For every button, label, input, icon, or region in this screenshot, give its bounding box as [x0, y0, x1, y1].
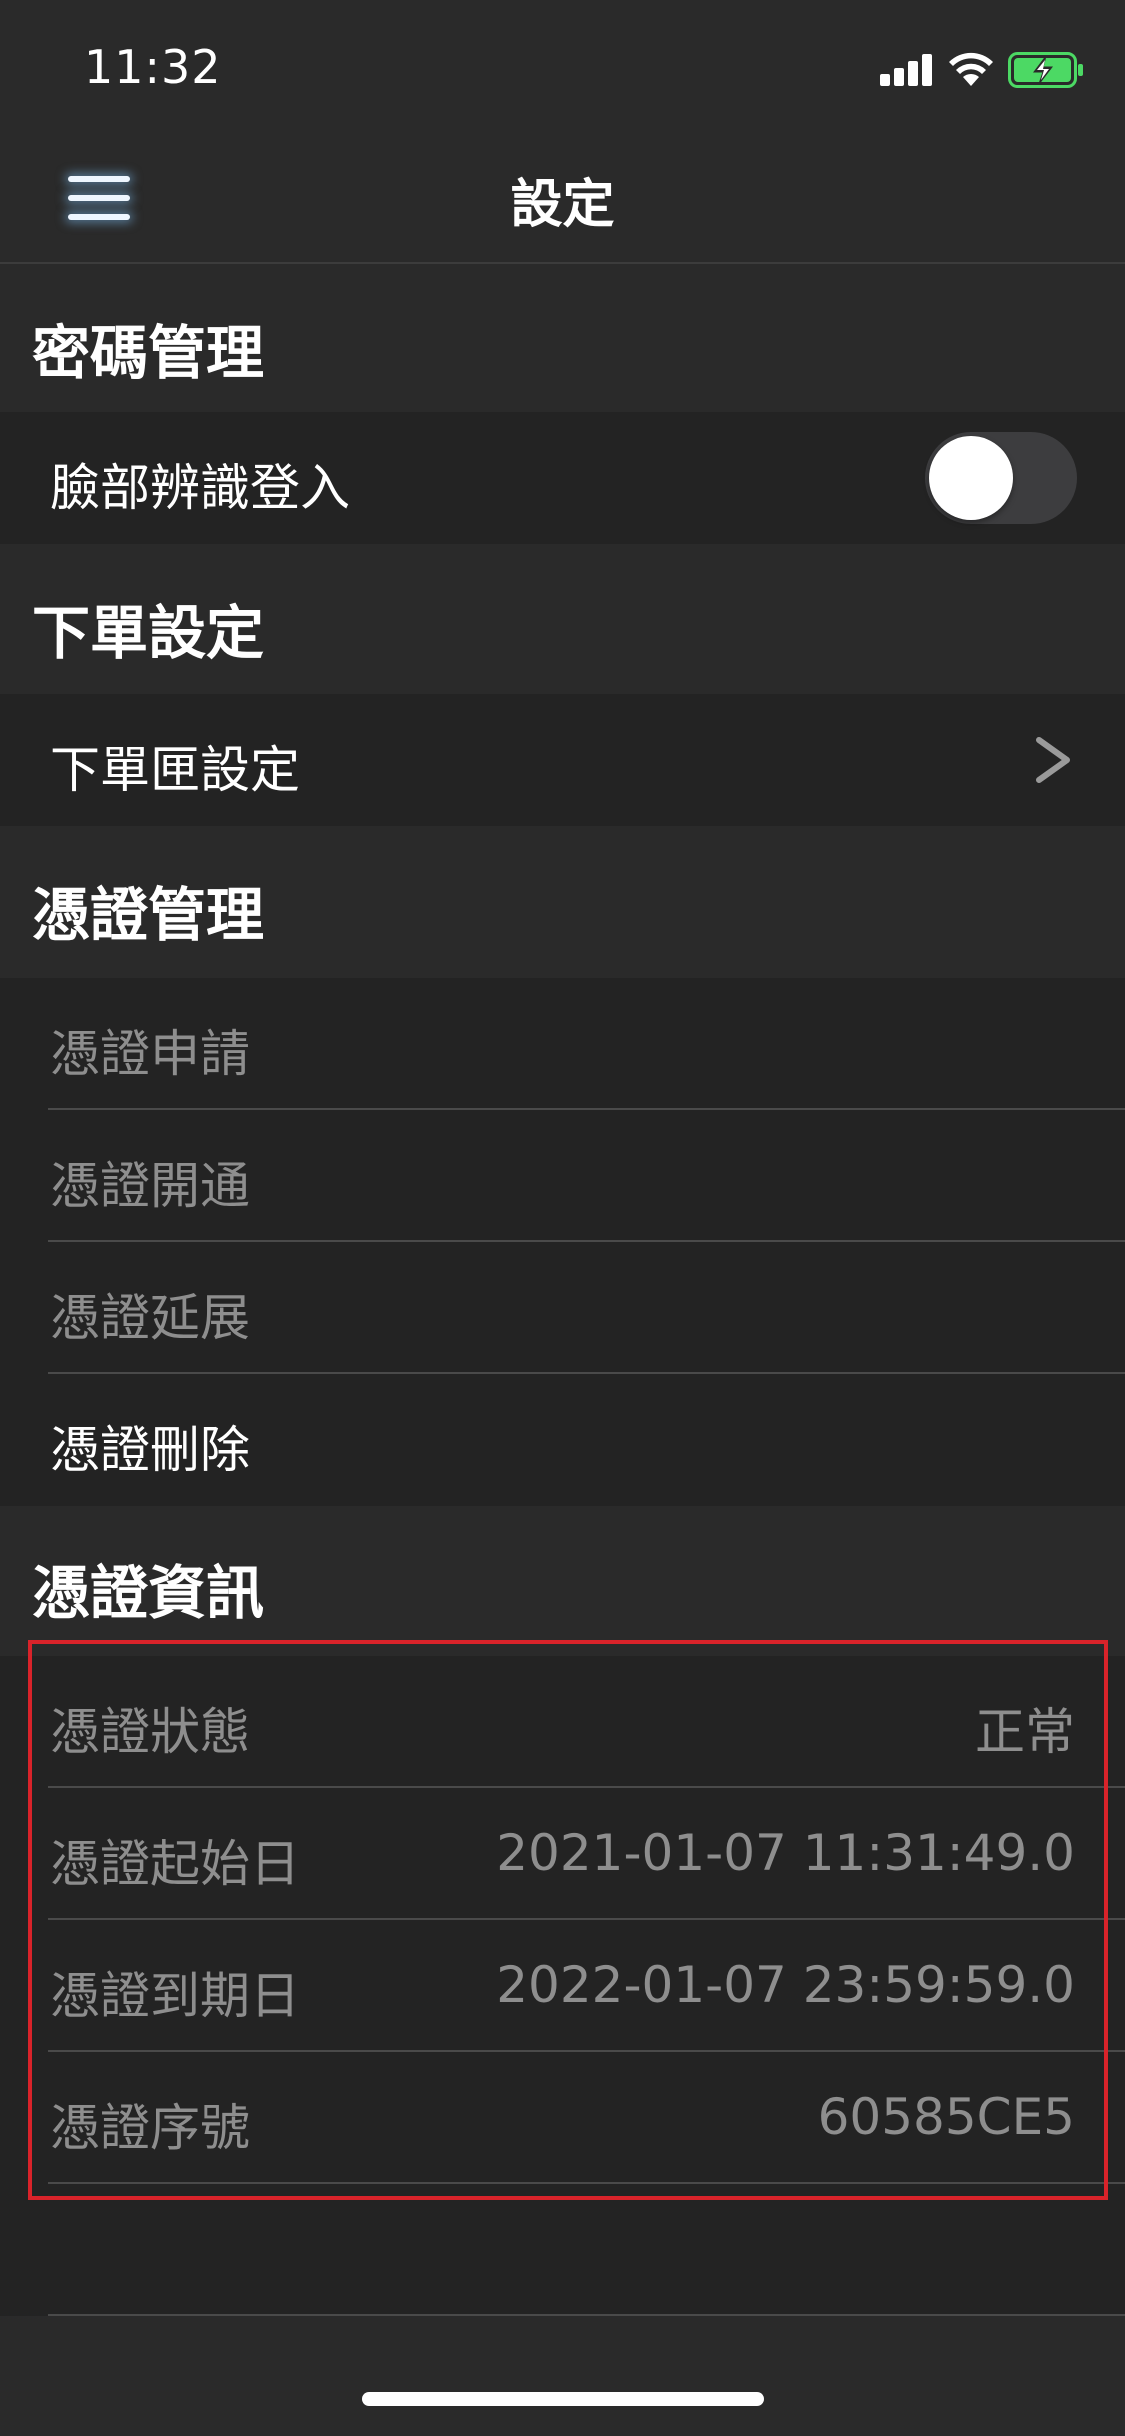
wifi-icon: [949, 52, 993, 86]
battery-charging-icon: [1008, 52, 1083, 88]
cert-activate-row[interactable]: 憑證開通: [0, 1110, 1125, 1242]
page-title: 設定: [510, 175, 615, 235]
home-indicator[interactable]: [362, 2392, 764, 2406]
divider: [48, 2314, 1125, 2316]
face-id-login-row: 臉部辨識登入: [0, 412, 1125, 544]
order-box-settings-label: 下單匣設定: [50, 741, 300, 799]
toggle-knob: [929, 436, 1013, 520]
section-header-label: 密碼管理: [32, 319, 265, 387]
section-header-label: 憑證資訊: [32, 1559, 265, 1627]
cert-extend-label: 憑證延展: [50, 1289, 250, 1347]
cert-activate-label: 憑證開通: [50, 1157, 250, 1215]
section-header-label: 下單設定: [32, 599, 265, 667]
face-id-login-label: 臉部辨識登入: [50, 459, 350, 517]
cellular-signal-icon: [880, 52, 934, 86]
status-bar: 11:32: [0, 0, 1125, 132]
face-id-toggle[interactable]: [925, 432, 1077, 524]
section-header-cert-management: 憑證管理: [0, 828, 1125, 974]
order-box-settings-row[interactable]: 下單匣設定: [0, 694, 1125, 826]
highlight-annotation-box: [28, 1640, 1108, 2200]
settings-screen: 11:32 設定 密碼管理 臉部辨識登入 下單設定 下單匣設定 憑證管理 憑證申…: [0, 0, 1125, 2436]
section-header-label: 憑證管理: [32, 881, 265, 949]
cert-delete-row[interactable]: 憑證刪除: [0, 1374, 1125, 1506]
cert-apply-row[interactable]: 憑證申請: [0, 978, 1125, 1110]
cert-delete-label: 憑證刪除: [50, 1421, 250, 1479]
cert-extend-row[interactable]: 憑證延展: [0, 1242, 1125, 1374]
status-time: 11:32: [84, 40, 222, 94]
section-header-password: 密碼管理: [0, 266, 1125, 412]
section-header-order: 下單設定: [0, 546, 1125, 692]
section-header-cert-info: 憑證資訊: [0, 1506, 1125, 1652]
navigation-bar: 設定: [0, 132, 1125, 264]
cert-apply-label: 憑證申請: [50, 1025, 250, 1083]
empty-row: [0, 2184, 1125, 2316]
chevron-right-icon: [1036, 737, 1070, 783]
